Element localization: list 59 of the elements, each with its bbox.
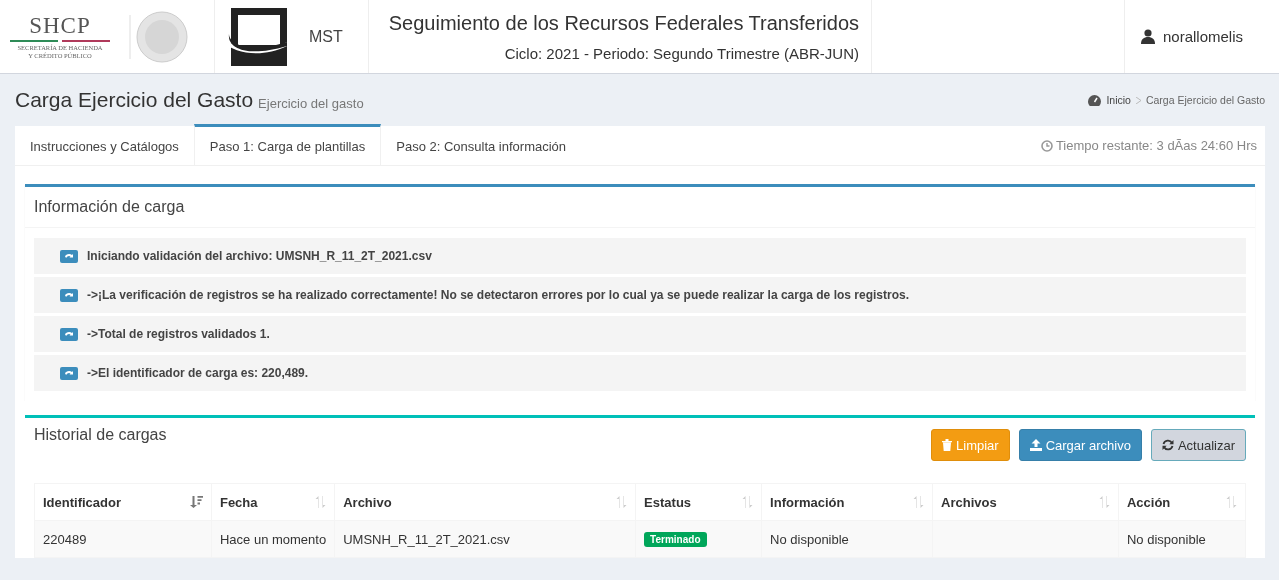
dashboard-icon <box>1088 94 1102 106</box>
refresh-icon <box>1161 439 1174 451</box>
logo-text: MST <box>309 27 343 46</box>
column-header[interactable]: Acción <box>1118 483 1246 521</box>
table-cell: No disponible <box>761 520 933 558</box>
user-menu[interactable]: norallomelis <box>1124 0 1279 73</box>
sort-icon <box>1226 496 1237 508</box>
box-title: Información de carga <box>25 187 1255 228</box>
refresh-icon <box>60 327 78 341</box>
toolbar-button[interactable]: Cargar archivo <box>1018 429 1142 461</box>
column-header[interactable]: Información <box>761 483 933 521</box>
page-subtitle: Ejercicio del gasto <box>258 95 364 111</box>
column-label: Archivo <box>343 494 392 510</box>
log-message: ->El identificador de carga es: 220,489. <box>87 366 309 380</box>
sort-icon <box>616 496 628 508</box>
log-message: ->¡La verificación de registros se ha realizado correctamente! No se detectaron errores por lo cual ya se puede realizar la carga de los registros. <box>87 288 909 302</box>
column-label: Estatus <box>644 494 692 510</box>
upload-icon <box>1029 439 1042 451</box>
tab[interactable]: Instrucciones y Catálogos <box>15 124 194 165</box>
seal-icon <box>128 8 188 65</box>
box-title: Historial de cargas <box>34 426 168 444</box>
sort-icon <box>1098 496 1110 508</box>
column-header[interactable]: Archivo <box>334 483 636 521</box>
clock-icon <box>1040 139 1053 152</box>
log-message: ->Total de registros validados 1. <box>87 327 270 341</box>
sort-descending-icon <box>189 496 203 508</box>
page-title: Carga Ejercicio del Gasto <box>15 88 254 112</box>
trash-icon <box>942 439 953 451</box>
app-title: Seguimiento de los Recursos Federales Transferidos <box>388 11 859 35</box>
sort-icon <box>742 496 754 508</box>
cycle-period-text: Ciclo: 2021 - Periodo: Segundo Trimestre (ABR-JUN) <box>504 44 859 62</box>
logo-stripe-icon <box>10 39 110 42</box>
table-cell: 220489 <box>34 520 212 558</box>
column-label: Información <box>770 494 845 510</box>
column-header[interactable]: Fecha <box>211 483 335 521</box>
column-label: Acción <box>1126 494 1171 510</box>
table-cell: Hace un momento <box>211 520 335 558</box>
column-label: Archivos <box>941 494 997 510</box>
log-message: Iniciando validación del archivo: UMSNH_R_11_2T_2021.csv <box>87 249 432 263</box>
refresh-icon <box>60 249 78 263</box>
refresh-icon <box>60 288 78 302</box>
column-label: Fecha <box>219 494 258 510</box>
toolbar-button[interactable]: Actualizar <box>1150 429 1246 461</box>
refresh-icon <box>60 366 78 380</box>
table-cell: UMSNH_R_11_2T_2021.csv <box>334 520 636 558</box>
time-remaining-text: Tiempo restante: 3 dÃas 24:60 Hrs <box>1055 138 1257 153</box>
breadcrumb-link[interactable]: Inicio <box>1106 94 1131 106</box>
column-label: Identificador <box>43 494 121 510</box>
user-icon <box>1141 29 1155 44</box>
logo-text: SHCP <box>29 13 91 38</box>
sort-icon <box>315 496 327 508</box>
chevron-icon <box>1135 96 1141 104</box>
table-cell: No disponible <box>1118 520 1246 558</box>
sort-icon <box>913 496 925 508</box>
column-header[interactable]: Estatus <box>635 483 762 521</box>
tab[interactable]: Paso 2: Consulta información <box>381 124 582 165</box>
column-header[interactable]: Archivos <box>932 483 1119 521</box>
column-header[interactable]: Identificador <box>34 483 212 521</box>
status-badge: Terminado <box>644 532 707 547</box>
